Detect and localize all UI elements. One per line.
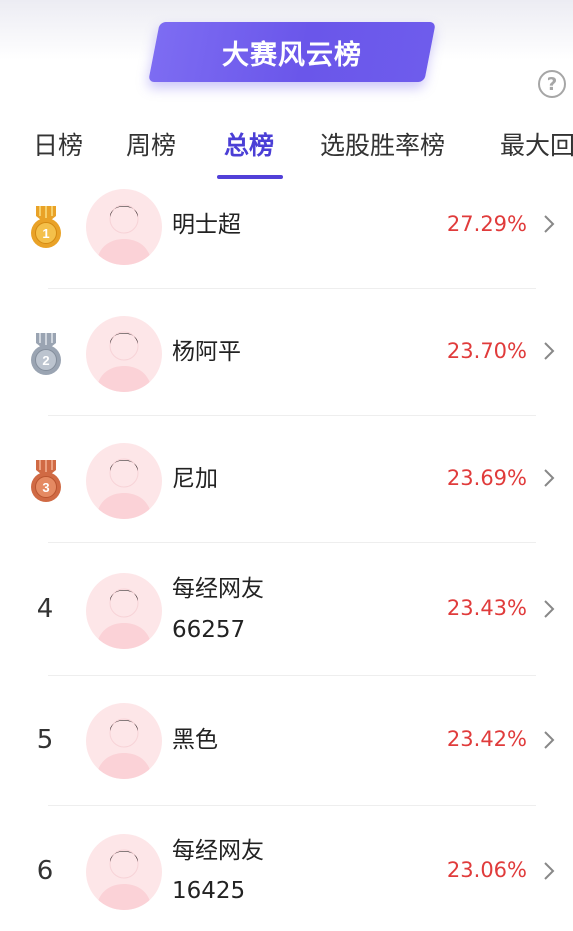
svg-text:3: 3 xyxy=(42,480,49,495)
divider xyxy=(48,805,536,806)
tab-max-drawdown[interactable]: 最大回 xyxy=(500,126,573,162)
user-id: 16425 xyxy=(172,878,246,904)
return-rate: 23.43% xyxy=(446,596,527,620)
avatar xyxy=(86,189,162,265)
user-name: 黑色 xyxy=(172,727,218,753)
avatar xyxy=(86,443,162,519)
divider xyxy=(48,288,536,289)
chevron-right-icon xyxy=(544,600,555,618)
return-rate: 23.42% xyxy=(446,727,527,751)
silver-medal-icon: 2 xyxy=(31,333,61,375)
svg-text:2: 2 xyxy=(42,353,49,368)
rank-number: 6 xyxy=(36,856,54,886)
tab-weekly[interactable]: 周榜 xyxy=(126,126,176,162)
user-name: 杨阿平 xyxy=(172,339,241,365)
return-rate: 27.29% xyxy=(446,212,527,236)
user-name: 每经网友 xyxy=(172,838,264,864)
divider xyxy=(48,415,536,416)
user-name: 明士超 xyxy=(172,212,241,238)
chevron-right-icon xyxy=(544,731,555,749)
ranking-row[interactable]: 4 每经网友 66257 23.43% xyxy=(0,568,573,672)
tab-overall[interactable]: 总榜 xyxy=(224,126,274,162)
user-name: 尼加 xyxy=(172,466,218,492)
gold-medal-icon: 1 xyxy=(31,206,61,248)
ranking-row[interactable]: 6 每经网友 16425 23.06% xyxy=(0,830,573,931)
avatar xyxy=(86,573,162,649)
svg-text:1: 1 xyxy=(42,226,49,241)
return-rate: 23.69% xyxy=(446,466,527,490)
chevron-right-icon xyxy=(544,342,555,360)
divider xyxy=(48,675,536,676)
tab-bar: 日榜 周榜 总榜 选股胜率榜 最大回 xyxy=(0,118,573,180)
avatar xyxy=(86,834,162,910)
return-rate: 23.70% xyxy=(446,339,527,363)
rank-number: 5 xyxy=(36,725,54,755)
tab-daily[interactable]: 日榜 xyxy=(33,126,83,162)
ranking-row[interactable]: 3 尼加 23.69% xyxy=(0,440,573,540)
ranking-row[interactable]: 2 杨阿平 23.70% xyxy=(0,313,573,413)
tab-stock-win-rate[interactable]: 选股胜率榜 xyxy=(320,126,445,162)
chevron-right-icon xyxy=(544,862,555,880)
chevron-right-icon xyxy=(544,469,555,487)
ranking-row[interactable]: 5 黑色 23.42% xyxy=(0,700,573,800)
bronze-medal-icon: 3 xyxy=(31,460,61,502)
divider xyxy=(48,542,536,543)
chevron-right-icon xyxy=(544,215,555,233)
avatar xyxy=(86,316,162,392)
rank-number: 4 xyxy=(36,594,54,624)
user-name: 每经网友 xyxy=(172,576,264,602)
question-circle-icon[interactable]: ? xyxy=(538,70,566,98)
ranking-row[interactable]: 1 明士超 27.29% xyxy=(0,186,573,286)
user-id: 66257 xyxy=(172,617,246,643)
avatar xyxy=(86,703,162,779)
page-title: 大赛风云榜 xyxy=(222,39,362,71)
active-tab-indicator xyxy=(217,175,283,179)
return-rate: 23.06% xyxy=(446,858,527,882)
